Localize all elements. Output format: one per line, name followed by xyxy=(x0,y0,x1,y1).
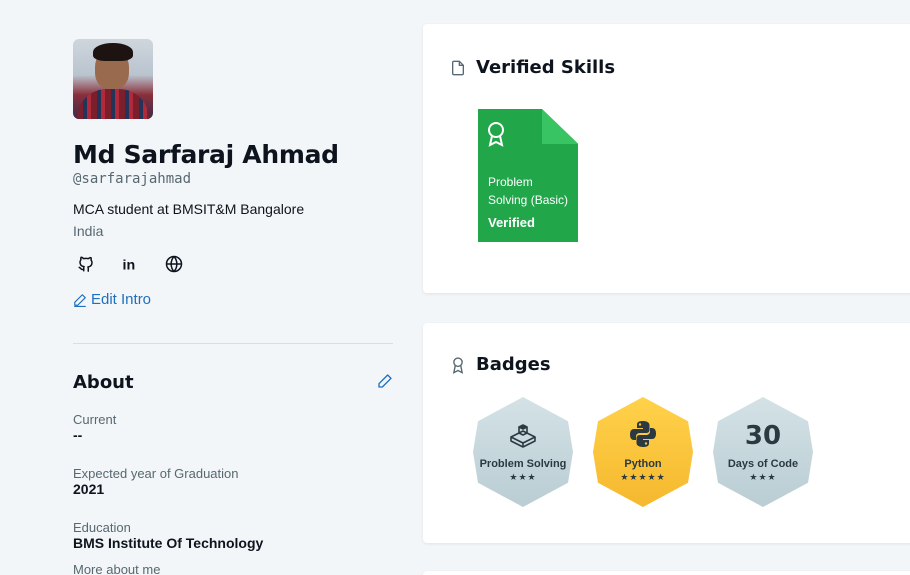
profile-bio: MCA student at BMSIT&M Bangalore xyxy=(73,201,305,217)
social-links: in xyxy=(73,251,393,277)
badge-stars: ★★★★★ xyxy=(620,473,666,483)
globe-icon[interactable] xyxy=(161,251,187,277)
badges-card: Badges Problem Solving ★★★ Python ★★★★★ … xyxy=(423,323,910,543)
github-icon[interactable] xyxy=(73,251,99,277)
python-icon xyxy=(630,421,656,447)
about-section: About Current -- Expected year of Gradua… xyxy=(73,372,393,575)
cube-icon xyxy=(510,424,536,448)
profile-name: Md Sarfaraj Ahmad xyxy=(73,140,339,169)
svg-text:in: in xyxy=(123,257,136,273)
about-field-graduation: Expected year of Graduation 2021 xyxy=(73,466,239,497)
avatar[interactable] xyxy=(73,39,153,119)
skill-status: Verified xyxy=(488,215,535,230)
verified-skills-card: Verified Skills Problem Solving (Basic) … xyxy=(423,24,910,293)
about-field-current: Current -- xyxy=(73,412,117,443)
badge-number: 30 xyxy=(744,421,782,451)
badge-label: Problem Solving xyxy=(479,458,567,470)
skill-certificate[interactable]: Problem Solving (Basic) Verified xyxy=(478,109,578,242)
edit-about-button[interactable] xyxy=(377,373,393,393)
badge-problem-solving[interactable]: Problem Solving ★★★ xyxy=(473,397,573,507)
about-field-education: Education BMS Institute Of Technology xyxy=(73,520,264,551)
profile-location: India xyxy=(73,223,104,239)
badges-title: Badges xyxy=(476,354,551,375)
profile-handle: @sarfarajahmad xyxy=(73,171,192,187)
badge-stars: ★★★ xyxy=(749,473,777,483)
next-card xyxy=(423,571,910,575)
document-icon xyxy=(452,60,464,75)
linkedin-icon[interactable]: in xyxy=(117,251,143,277)
verified-skills-title: Verified Skills xyxy=(476,57,616,78)
edit-intro-link[interactable]: Edit Intro xyxy=(73,291,393,308)
edit-intro-label: Edit Intro xyxy=(91,291,152,308)
badge-days-of-code[interactable]: 30 Days of Code ★★★ xyxy=(713,397,813,507)
badge-icon xyxy=(452,356,464,374)
about-title: About xyxy=(73,372,134,393)
badge-stars: ★★★ xyxy=(509,473,537,483)
divider xyxy=(73,343,393,344)
badge-python[interactable]: Python ★★★★★ xyxy=(593,397,693,507)
profile-intro: Md Sarfaraj Ahmad @sarfarajahmad MCA stu… xyxy=(73,39,393,308)
pencil-icon xyxy=(74,293,86,307)
pencil-icon xyxy=(378,373,392,388)
badge-label: Python xyxy=(624,458,662,470)
about-field-more: More about me xyxy=(73,562,161,575)
ribbon-icon xyxy=(488,122,504,147)
skill-name: Problem Solving (Basic) xyxy=(488,175,569,207)
badge-label: Days of Code xyxy=(727,458,799,470)
